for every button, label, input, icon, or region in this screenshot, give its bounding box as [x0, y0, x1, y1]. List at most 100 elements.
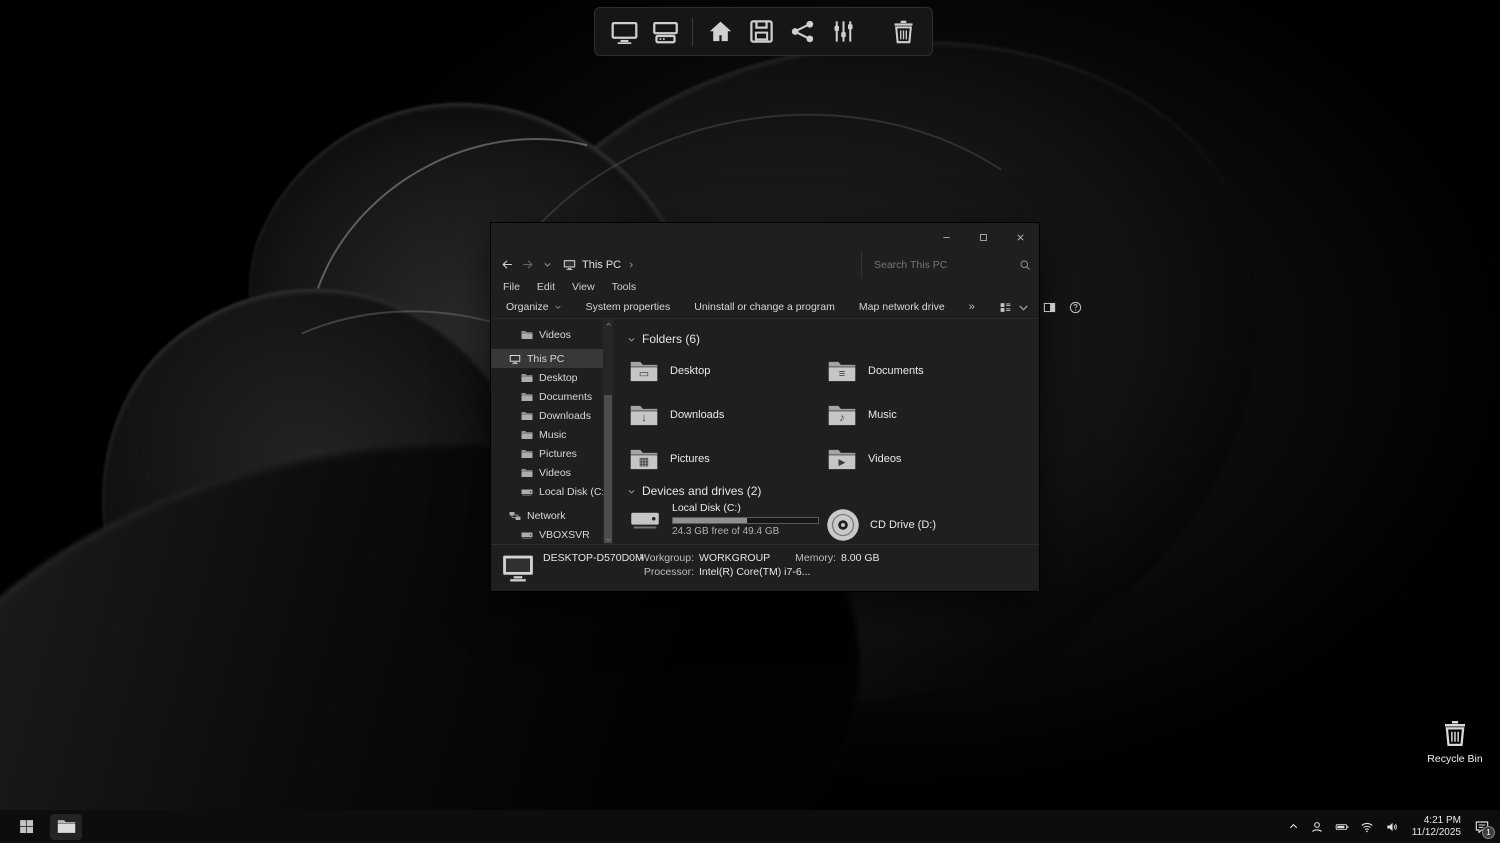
folder-icon: [521, 467, 533, 479]
sidebar-item-label: Downloads: [539, 410, 591, 422]
sidebar-item-label: VBOXSVR: [539, 529, 590, 541]
system-tray: 4:21 PM 11/12/2025 1: [1288, 815, 1500, 839]
window-body: Videos This PC Desktop Documents Downloa…: [491, 319, 1039, 544]
change-view-button[interactable]: [999, 301, 1030, 314]
drive-tile-local-disk[interactable]: Local Disk (C:) 24.3 GB free of 49.4 GB: [627, 502, 825, 544]
menu-file[interactable]: File: [503, 281, 520, 293]
search-input[interactable]: [874, 259, 1019, 271]
computer-icon: [499, 550, 537, 586]
help-button[interactable]: [1069, 301, 1082, 314]
clock-time: 4:21 PM: [1412, 815, 1461, 827]
settings-toolbar-button[interactable]: [824, 13, 862, 51]
sidebar-item-music[interactable]: Music: [491, 425, 603, 444]
sidebar-item-local-disk[interactable]: Local Disk (C:): [491, 482, 603, 501]
search-box[interactable]: [861, 251, 1039, 278]
folder-icon: [521, 429, 533, 441]
notification-center-button[interactable]: 1: [1474, 819, 1490, 835]
menu-edit[interactable]: Edit: [537, 281, 555, 293]
titlebar[interactable]: [491, 223, 1039, 251]
folder-tile-desktop[interactable]: Desktop: [627, 349, 825, 393]
workgroup-label: Workgroup:: [631, 552, 694, 564]
sidebar-item-desktop[interactable]: Desktop: [491, 368, 603, 387]
devices-toolbar-button[interactable]: [646, 13, 684, 51]
chevron-down-icon: [627, 487, 636, 496]
chevron-right-icon[interactable]: [627, 261, 635, 269]
maximize-icon: [978, 232, 989, 243]
folder-icon: [521, 372, 533, 384]
panel-icon: [1043, 301, 1056, 314]
tray-person-button[interactable]: [1310, 820, 1324, 834]
scrollbar-thumb[interactable]: [604, 395, 612, 543]
taskbar-clock[interactable]: 4:21 PM 11/12/2025: [1412, 815, 1461, 839]
trash-toolbar-button[interactable]: [884, 13, 922, 51]
desktop-folder-icon: [627, 357, 661, 386]
address-bar[interactable]: This PC: [563, 258, 635, 271]
close-button[interactable]: [1002, 223, 1039, 251]
sidebar-item-downloads[interactable]: Downloads: [491, 406, 603, 425]
tray-overflow-button[interactable]: [1288, 821, 1299, 832]
hard-drive-icon: [627, 502, 663, 534]
forward-button[interactable]: [517, 254, 537, 276]
menu-view[interactable]: View: [572, 281, 595, 293]
recent-locations-button[interactable]: [537, 254, 557, 276]
sidebar-item-this-pc[interactable]: This PC: [491, 349, 603, 368]
sidebar-item-vboxsvr[interactable]: VBOXSVR: [491, 525, 603, 544]
file-explorer-taskbar-button[interactable]: [50, 814, 82, 840]
display-toolbar-button[interactable]: [605, 13, 643, 51]
devices-section-header[interactable]: Devices and drives (2): [627, 481, 1039, 501]
home-icon: [707, 18, 734, 45]
folder-tile-pictures[interactable]: Pictures: [627, 437, 825, 481]
drive-tile-cd[interactable]: CD Drive (D:): [825, 502, 1039, 544]
trash-icon: [890, 18, 917, 45]
notification-badge: 1: [1482, 826, 1495, 839]
network-drive-icon: [521, 529, 533, 541]
scroll-down-icon[interactable]: [603, 534, 613, 544]
desktop-screen: Recycle Bin This PC File Edit: [0, 0, 1500, 843]
sidebar-item-label: Local Disk (C:): [539, 486, 603, 498]
sidebar-item-videos-top[interactable]: Videos: [491, 325, 603, 344]
folder-tile-videos[interactable]: Videos: [825, 437, 1023, 481]
folder-tile-label: Downloads: [670, 409, 724, 421]
memory-label: Memory:: [788, 552, 836, 564]
search-icon[interactable]: [1019, 259, 1031, 271]
navigation-bar: This PC: [491, 251, 1039, 278]
scroll-up-icon[interactable]: [603, 319, 613, 329]
maximize-button[interactable]: [965, 223, 1002, 251]
back-button[interactable]: [497, 254, 517, 276]
sidebar-item-videos[interactable]: Videos: [491, 463, 603, 482]
menu-tools[interactable]: Tools: [612, 281, 637, 293]
sidebar-item-label: Videos: [539, 329, 571, 341]
breadcrumb-location[interactable]: This PC: [582, 259, 621, 271]
sidebar-scrollbar[interactable]: [603, 319, 613, 544]
home-toolbar-button[interactable]: [701, 13, 739, 51]
folders-section-header[interactable]: Folders (6): [627, 329, 1039, 349]
start-button[interactable]: [10, 813, 42, 841]
tray-battery-button[interactable]: [1335, 820, 1349, 834]
downloads-folder-icon: [627, 401, 661, 430]
folder-tile-music[interactable]: Music: [825, 393, 1023, 437]
minimize-button[interactable]: [928, 223, 965, 251]
storage-icon: [748, 18, 775, 45]
toolbar-divider: [692, 18, 693, 46]
hard-drive-icon: [521, 486, 533, 498]
tray-network-button[interactable]: [1360, 820, 1374, 834]
preview-pane-button[interactable]: [1043, 301, 1056, 314]
chevron-down-icon: [1017, 301, 1030, 314]
organize-button[interactable]: Organize: [506, 301, 562, 313]
disk-usage-bar: [672, 517, 819, 524]
commandbar-overflow-button[interactable]: »: [969, 301, 975, 313]
tray-volume-button[interactable]: [1385, 820, 1399, 834]
uninstall-program-button[interactable]: Uninstall or change a program: [694, 301, 835, 313]
sidebar-item-documents[interactable]: Documents: [491, 387, 603, 406]
folder-tile-documents[interactable]: Documents: [825, 349, 1023, 393]
map-network-drive-button[interactable]: Map network drive: [859, 301, 945, 313]
share-toolbar-button[interactable]: [783, 13, 821, 51]
top-toolbar: [594, 7, 933, 56]
system-properties-button[interactable]: System properties: [586, 301, 671, 313]
sidebar-item-network[interactable]: Network: [491, 506, 603, 525]
sidebar-item-pictures[interactable]: Pictures: [491, 444, 603, 463]
folder-tile-downloads[interactable]: Downloads: [627, 393, 825, 437]
storage-toolbar-button[interactable]: [742, 13, 780, 51]
recycle-bin-shortcut[interactable]: Recycle Bin: [1424, 716, 1486, 765]
arrow-right-icon: [521, 258, 534, 271]
